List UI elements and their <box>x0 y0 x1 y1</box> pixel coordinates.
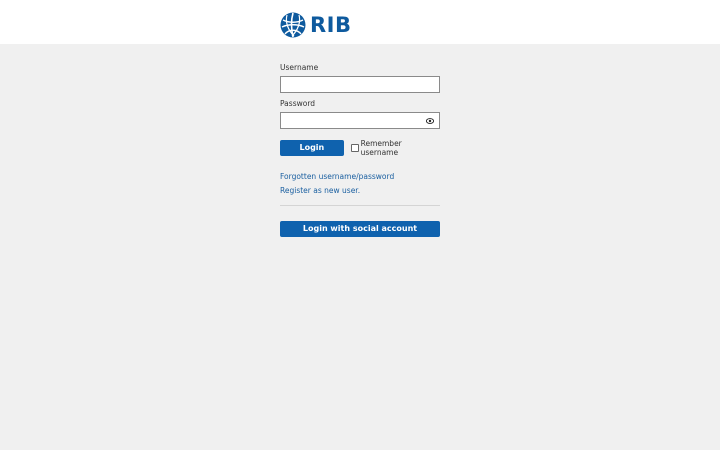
login-row: Login Remember username <box>280 139 440 157</box>
divider <box>280 205 440 206</box>
remember-label[interactable]: Remember username <box>361 139 440 157</box>
username-field-box <box>280 76 440 97</box>
password-input[interactable] <box>281 118 439 133</box>
rib-logo: RIB <box>280 12 352 38</box>
password-field-box <box>280 112 440 133</box>
logo-text: RIB <box>310 13 352 37</box>
password-label: Password <box>280 99 316 108</box>
rib-globe-icon <box>280 12 306 38</box>
remember-checkbox[interactable] <box>350 144 359 152</box>
username-label: Username <box>280 63 319 72</box>
register-link[interactable]: Register as new user. <box>280 184 440 198</box>
login-form: Username Password Login Remember usernam… <box>280 62 440 237</box>
eye-icon[interactable] <box>426 117 434 125</box>
username-input[interactable] <box>281 82 439 97</box>
header-bar: RIB <box>0 0 720 44</box>
login-button[interactable]: Login <box>280 140 344 156</box>
social-login-button[interactable]: Login with social account <box>280 221 440 237</box>
forgot-credentials-link[interactable]: Forgotten username/password <box>280 170 440 184</box>
remember-username[interactable]: Remember username <box>350 139 440 157</box>
